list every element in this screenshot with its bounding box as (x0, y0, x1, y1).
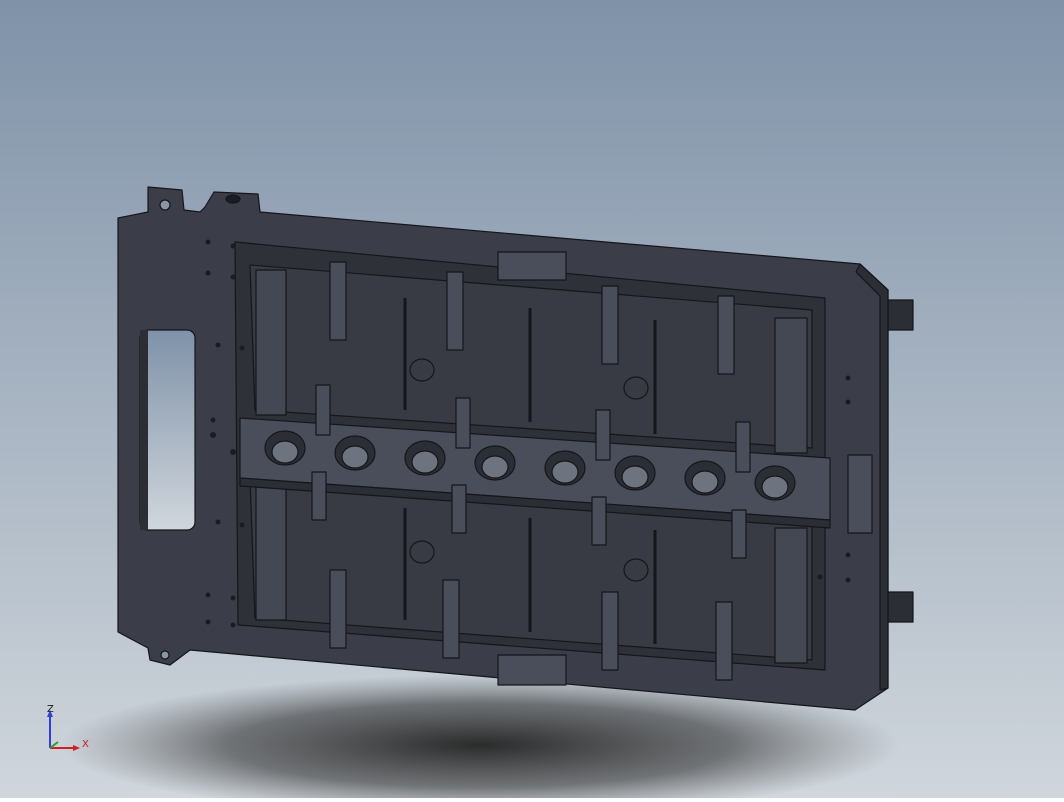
nest-pocket (474, 445, 516, 481)
x-arrow-icon (73, 745, 80, 751)
right-lug-bottom (884, 591, 914, 623)
handle-slot (139, 329, 196, 531)
z-axis-label: Z (47, 704, 54, 715)
top-latch (497, 251, 567, 281)
x-axis-label: X (82, 739, 89, 750)
nest-pocket (334, 435, 376, 471)
nest-pocket (264, 430, 306, 466)
model-canvas (0, 0, 1064, 802)
nest-pocket (684, 460, 726, 496)
bottom-latch (497, 654, 567, 686)
nest-pocket (404, 440, 446, 476)
lower-left-wall (255, 484, 287, 621)
cad-viewport[interactable]: Z X (0, 0, 1064, 802)
handle-slot-wall (140, 330, 148, 530)
upper-left-wall (255, 269, 287, 416)
mount-hole-top-left (159, 199, 171, 211)
nest-pocket (614, 455, 656, 491)
right-latch (847, 454, 873, 534)
mount-hole-top (225, 194, 241, 204)
fixture-model[interactable] (117, 186, 914, 711)
nest-pocket (544, 450, 586, 486)
nest-pocket (754, 465, 796, 501)
mount-hole-bottom-left (160, 650, 170, 660)
upper-right-wall (774, 317, 808, 454)
lower-right-wall (774, 527, 808, 664)
right-lug-top (884, 299, 914, 331)
coordinate-triad: Z X (40, 700, 100, 760)
